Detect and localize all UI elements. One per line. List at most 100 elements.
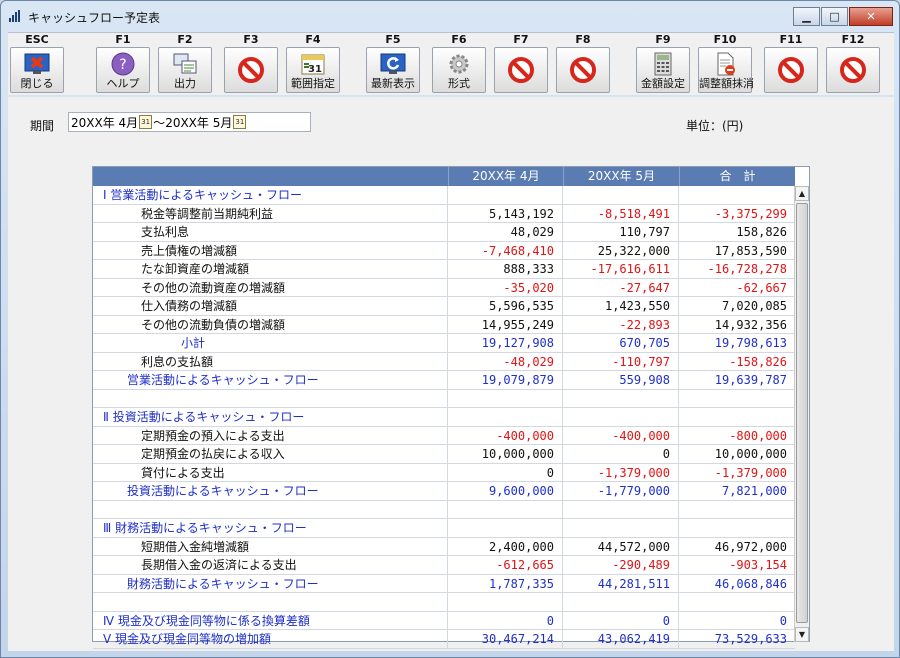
row-value[interactable] (679, 593, 795, 611)
row-value[interactable]: 888,333 (448, 260, 563, 278)
table-row[interactable]: 仕入債務の増減額 5,596,535 1,423,550 7,020,085 (93, 297, 795, 316)
row-value[interactable]: -400,000 (563, 426, 679, 444)
row-value[interactable]: 30,467,214 (448, 630, 563, 648)
row-value[interactable] (448, 408, 563, 426)
row-value[interactable] (448, 593, 563, 611)
fkey-f5-button[interactable]: F5 最新表示 (364, 33, 422, 96)
vertical-scrollbar[interactable]: ▲ ▼ (794, 186, 809, 642)
row-value[interactable]: 110,797 (563, 223, 679, 241)
row-value[interactable] (448, 519, 563, 537)
row-value[interactable]: 14,955,249 (448, 315, 563, 333)
fkey-f10-button[interactable]: F10 調整額抹消 (696, 33, 754, 96)
row-value[interactable]: 559,908 (563, 371, 679, 389)
row-value[interactable] (563, 186, 679, 204)
row-value[interactable] (563, 389, 679, 407)
table-row[interactable]: 小計 19,127,908 670,705 19,798,613 (93, 334, 795, 353)
table-row[interactable]: 利息の支払額 -48,029 -110,797 -158,826 (93, 352, 795, 371)
fkey-f11-button[interactable]: F11 (762, 33, 820, 96)
row-value[interactable] (448, 389, 563, 407)
fkey-esc-button[interactable]: ESC 閉じる (8, 33, 66, 96)
fkey-f2-button[interactable]: F2 出力 (156, 33, 214, 96)
row-value[interactable]: -35,020 (448, 278, 563, 296)
row-value[interactable]: 7,020,085 (679, 297, 795, 315)
table-row[interactable] (93, 389, 795, 408)
row-value[interactable]: -158,826 (679, 353, 795, 371)
table-row[interactable]: 営業活動によるキャッシュ・フロー 19,079,879 559,908 19,639,… (93, 371, 795, 390)
row-value[interactable]: -612,665 (448, 556, 563, 574)
maximize-button[interactable]: □ (821, 7, 848, 26)
row-value[interactable]: -1,379,000 (679, 464, 795, 482)
row-value[interactable]: -62,667 (679, 279, 795, 297)
row-value[interactable]: 670,705 (563, 334, 679, 352)
row-value[interactable]: -8,518,491 (563, 204, 679, 222)
row-value[interactable]: 19,798,613 (679, 334, 795, 352)
table-row[interactable]: 貸付による支出 0 -1,379,000 -1,379,000 (93, 463, 795, 482)
calendar-icon[interactable]: 31 (139, 115, 153, 129)
scroll-up-icon[interactable]: ▲ (795, 186, 809, 201)
row-value[interactable]: 9,600,000 (448, 482, 563, 500)
row-value[interactable]: 7,821,000 (679, 482, 795, 500)
fkey-f1-button[interactable]: F1? ヘルプ (94, 33, 152, 96)
table-row[interactable]: 売上債権の増減額 -7,468,410 25,322,000 17,853,590 (93, 241, 795, 260)
fkey-f7-button[interactable]: F7 (492, 33, 550, 96)
row-value[interactable]: 10,000,000 (448, 445, 563, 463)
row-value[interactable]: -16,728,278 (679, 260, 795, 278)
table-row[interactable]: Ⅱ 投資活動によるキャッシュ・フロー (93, 408, 795, 427)
scroll-thumb[interactable] (796, 203, 808, 623)
row-value[interactable]: 73,529,633 (679, 630, 795, 648)
row-value[interactable]: 10,000,000 (679, 445, 795, 463)
row-value[interactable]: 19,079,879 (448, 371, 563, 389)
row-value[interactable]: 46,068,846 (679, 575, 795, 593)
row-value[interactable]: -27,647 (563, 278, 679, 296)
fkey-f4-button[interactable]: F4 31 範囲指定 (284, 33, 342, 96)
fkey-face[interactable]: 最新表示 (366, 47, 420, 93)
row-value[interactable]: -110,797 (563, 352, 679, 370)
row-value[interactable] (679, 390, 795, 408)
row-value[interactable]: 48,029 (448, 223, 563, 241)
row-value[interactable] (563, 500, 679, 518)
row-value[interactable]: -290,489 (563, 556, 679, 574)
table-row[interactable] (93, 500, 795, 519)
row-value[interactable]: 0 (563, 445, 679, 463)
row-value[interactable]: 19,127,908 (448, 334, 563, 352)
row-value[interactable]: -17,616,611 (563, 260, 679, 278)
table-row[interactable]: 短期借入金純増減額 2,400,000 44,572,000 46,972,000 (93, 537, 795, 556)
fkey-face[interactable]: 31 範囲指定 (286, 47, 340, 93)
fkey-face[interactable]: 調整額抹消 (698, 47, 754, 93)
fkey-face[interactable]: ? ヘルプ (96, 47, 150, 93)
scroll-down-icon[interactable]: ▼ (795, 627, 809, 642)
minimize-button[interactable]: ▁ (793, 7, 820, 26)
fkey-face[interactable] (556, 47, 610, 93)
fkey-f6-button[interactable]: F6 形式 (430, 33, 488, 96)
row-value[interactable]: 46,972,000 (679, 538, 795, 556)
row-value[interactable] (679, 519, 795, 537)
row-value[interactable]: 43,062,419 (563, 630, 679, 648)
fkey-f8-button[interactable]: F8 (554, 33, 612, 96)
row-value[interactable]: -903,154 (679, 556, 795, 574)
row-value[interactable]: 0 (679, 612, 795, 630)
row-value[interactable] (679, 186, 795, 204)
fkey-face[interactable] (764, 47, 818, 93)
fkey-face[interactable]: 閉じる (10, 47, 64, 93)
table-row[interactable]: たな卸資産の増減額 888,333 -17,616,611 -16,728,278 (93, 260, 795, 279)
row-value[interactable]: 158,826 (679, 223, 795, 241)
fkey-face[interactable] (224, 47, 278, 93)
table-row[interactable]: 投資活動によるキャッシュ・フロー 9,600,000 -1,779,000 7,821… (93, 482, 795, 501)
fkey-f9-button[interactable]: F9 金額設定 (634, 33, 692, 96)
table-row[interactable]: 定期預金の払戻による収入 10,000,000 0 10,000,000 (93, 445, 795, 464)
row-value[interactable] (679, 408, 795, 426)
table-row[interactable]: 定期預金の預入による支出 -400,000 -400,000 -800,000 (93, 426, 795, 445)
row-value[interactable] (563, 593, 679, 611)
row-value[interactable]: -400,000 (448, 426, 563, 444)
row-value[interactable] (448, 500, 563, 518)
row-value[interactable]: -48,029 (448, 352, 563, 370)
table-row[interactable]: Ⅲ 財務活動によるキャッシュ・フロー (93, 519, 795, 538)
row-value[interactable]: 1,787,335 (448, 574, 563, 592)
row-value[interactable] (563, 519, 679, 537)
fkey-face[interactable]: 出力 (158, 47, 212, 93)
row-value[interactable]: -1,779,000 (563, 482, 679, 500)
row-value[interactable]: 19,639,787 (679, 371, 795, 389)
close-button[interactable]: ✕ (849, 7, 893, 26)
row-value[interactable]: -800,000 (679, 427, 795, 445)
fkey-face[interactable]: 金額設定 (636, 47, 690, 93)
